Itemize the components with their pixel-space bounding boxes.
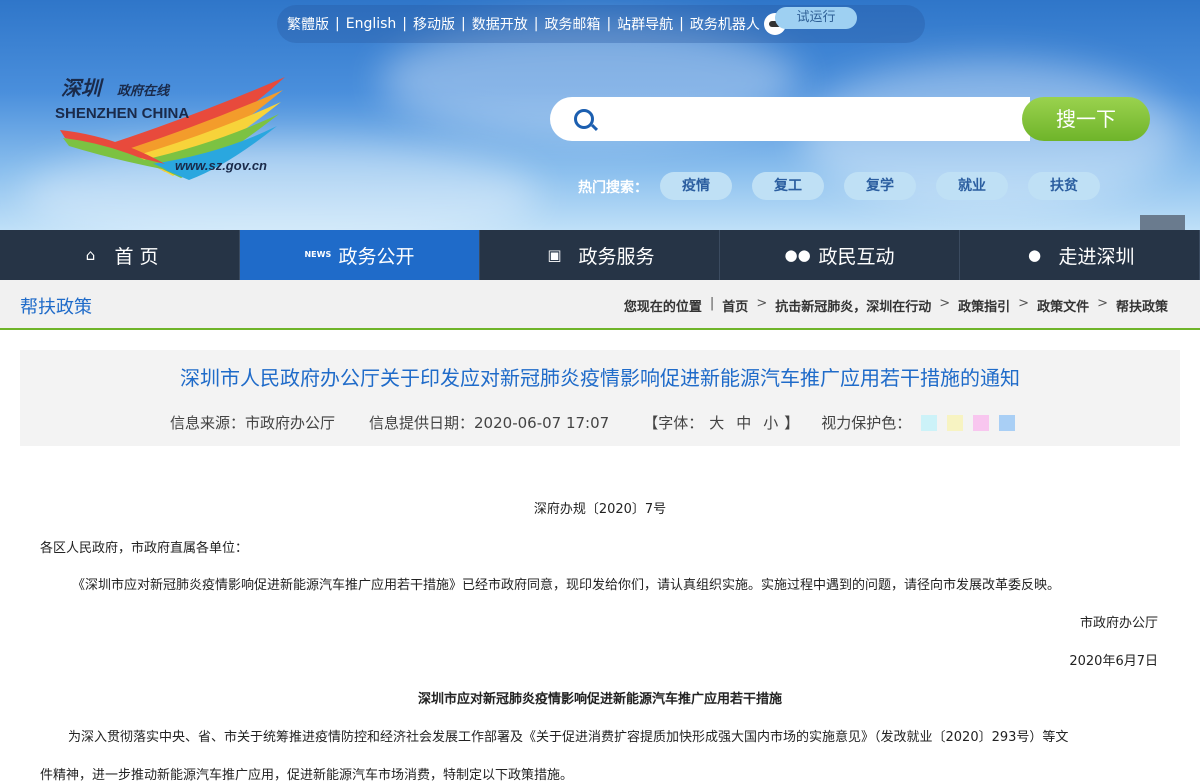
search-input[interactable] bbox=[610, 105, 1014, 135]
home-icon: ⌂ bbox=[85, 246, 96, 264]
eye-care-swatch-yellow[interactable] bbox=[947, 414, 964, 431]
paragraph-intro-line1: 为深入贯彻落实中央、省、市关于统筹推进疫情防控和经济社会发展工作部署及《关于促进… bbox=[68, 730, 1069, 745]
hot-tag-employment[interactable]: 就业 bbox=[936, 172, 1008, 200]
document-number: 深府办规〔2020〕7号 bbox=[533, 502, 667, 517]
breadcrumb-assistance-policy[interactable]: 帮扶政策 bbox=[1116, 296, 1168, 315]
news-icon: NEWS bbox=[304, 250, 332, 259]
main-nav: ⌂ 首 页 NEWS 政务公开 ▣ 政务服务 ●● 政民互动 ● 走进深圳 bbox=[0, 230, 1200, 280]
eye-care-label: 视力保护色： bbox=[821, 414, 912, 432]
breadcrumb: 您现在的位置 | 首页 > 抗击新冠肺炎，深圳在行动 > 政策指引 > 政策文件… bbox=[624, 296, 1168, 315]
breadcrumb-location-label: 您现在的位置 bbox=[623, 300, 702, 315]
separator: | bbox=[402, 16, 407, 32]
hot-tag-resume-work[interactable]: 复工 bbox=[752, 172, 824, 200]
signer: 市政府办公厅 bbox=[1079, 616, 1158, 631]
separator: | bbox=[606, 16, 612, 32]
toplink-english[interactable]: English bbox=[346, 16, 397, 32]
trial-run-button[interactable]: 试运行 bbox=[775, 7, 857, 29]
search-button[interactable]: 搜一下 bbox=[1022, 97, 1150, 141]
font-size-small-button[interactable]: 小 bbox=[763, 412, 778, 433]
separator: | bbox=[533, 16, 539, 32]
search-box bbox=[550, 97, 1030, 141]
nav-interaction[interactable]: ●● 政民互动 bbox=[720, 230, 960, 280]
separator: | bbox=[709, 296, 715, 311]
breadcrumb-home[interactable]: 首页 bbox=[722, 296, 748, 315]
article-header: 深圳市人民政府办公厅关于印发应对新冠肺炎疫情影响促进新能源汽车推广应用若干措施的… bbox=[20, 350, 1180, 446]
toplink-site-nav[interactable]: 站群导航 bbox=[617, 14, 673, 34]
logo-chinese-text: 深圳 bbox=[61, 76, 101, 100]
nav-gov-affairs[interactable]: NEWS 政务公开 bbox=[240, 230, 480, 280]
separator: | bbox=[335, 16, 340, 32]
separator: | bbox=[461, 16, 466, 32]
nav-gov-services-label: 政务服务 bbox=[578, 245, 655, 268]
breadcrumb-campaign[interactable]: 抗击新冠肺炎，深圳在行动 bbox=[775, 296, 931, 315]
separator: > bbox=[1018, 296, 1030, 311]
separator: > bbox=[1097, 296, 1108, 311]
nav-about-shenzhen-label: 走进深圳 bbox=[1058, 245, 1135, 268]
article-source: 信息来源：市政府办公厅 bbox=[170, 414, 336, 432]
eye-care-swatch-blue[interactable] bbox=[999, 414, 1016, 431]
toplink-robot[interactable]: 政务机器人 bbox=[690, 14, 760, 34]
section-title: 帮扶政策 bbox=[20, 297, 92, 318]
article-date: 信息提供日期：2020-06-07 17:07 bbox=[369, 414, 610, 432]
skyline-decoration bbox=[1140, 215, 1185, 230]
breadcrumb-policy-guide[interactable]: 政策指引 bbox=[958, 296, 1010, 315]
breadcrumb-bar: 帮扶政策 您现在的位置 | 首页 > 抗击新冠肺炎，深圳在行动 > 政策指引 >… bbox=[0, 280, 1200, 330]
eye-care-swatch-cyan[interactable] bbox=[921, 414, 938, 431]
toplink-open-data[interactable]: 数据开放 bbox=[472, 14, 528, 34]
logo-chinese-subtext: 政府在线 bbox=[117, 84, 170, 99]
hot-tag-epidemic[interactable]: 疫情 bbox=[660, 172, 732, 200]
site-header: 繁體版 | English | 移动版 | 数据开放 | 政务邮箱 | 站群导航… bbox=[0, 0, 1200, 230]
toplink-mobile[interactable]: 移动版 bbox=[413, 14, 455, 34]
toplink-traditional[interactable]: 繁體版 bbox=[287, 14, 329, 34]
users-icon: ●● bbox=[784, 246, 811, 264]
site-logo[interactable]: 深圳 政府在线 SHENZHEN CHINA www.sz.gov.cn bbox=[55, 72, 290, 182]
nav-interaction-label: 政民互动 bbox=[818, 245, 895, 268]
nav-gov-affairs-label: 政务公开 bbox=[338, 245, 415, 268]
font-size-close: 】 bbox=[784, 414, 800, 432]
monitor-icon: ▣ bbox=[547, 246, 562, 264]
breadcrumb-policy-docs[interactable]: 政策文件 bbox=[1037, 296, 1089, 315]
chat-icon: ● bbox=[1027, 246, 1042, 264]
font-size-open: 【字体： bbox=[643, 414, 704, 432]
nav-gov-services[interactable]: ▣ 政务服务 bbox=[480, 230, 720, 280]
hot-tag-resume-school[interactable]: 复学 bbox=[844, 172, 916, 200]
logo-url-text: www.sz.gov.cn bbox=[175, 158, 267, 173]
nav-home-label: 首 页 bbox=[114, 245, 159, 268]
nav-home[interactable]: ⌂ 首 页 bbox=[0, 230, 240, 280]
article-meta: 信息来源：市政府办公厅 信息提供日期：2020-06-07 17:07 【字体：… bbox=[170, 412, 1016, 433]
paragraph-intro-line2: 件精神，进一步推动新能源汽车推广应用，促进新能源汽车市场消费，特制定以下政策措施… bbox=[40, 768, 574, 783]
separator: > bbox=[939, 296, 951, 311]
separator: > bbox=[756, 296, 768, 311]
font-size-medium-button[interactable]: 中 bbox=[736, 412, 751, 433]
salutation: 各区人民政府，市政府直属各单位： bbox=[40, 541, 249, 556]
hot-tag-poverty[interactable]: 扶贫 bbox=[1028, 172, 1100, 200]
toplink-gov-mail[interactable]: 政务邮箱 bbox=[544, 14, 600, 34]
search-icon bbox=[574, 109, 594, 129]
separator: | bbox=[679, 16, 684, 32]
paragraph-notice: 《深圳市应对新冠肺炎疫情影响促进新能源汽车推广应用若干措施》已经市政府同意，现印… bbox=[72, 578, 1061, 593]
eye-care-swatch-pink[interactable] bbox=[973, 414, 990, 431]
nav-about-shenzhen[interactable]: ● 走进深圳 bbox=[960, 230, 1200, 280]
logo-english-text: SHENZHEN CHINA bbox=[55, 105, 190, 122]
hot-search-label: 热门搜索： bbox=[578, 180, 648, 196]
article-title: 深圳市人民政府办公厅关于印发应对新冠肺炎疫情影响促进新能源汽车推广应用若干措施的… bbox=[180, 366, 1020, 390]
sign-date: 2020年6月7日 bbox=[1069, 654, 1158, 669]
measures-subtitle: 深圳市应对新冠肺炎疫情影响促进新能源汽车推广应用若干措施 bbox=[417, 692, 782, 707]
font-size-large-button[interactable]: 大 bbox=[709, 412, 724, 433]
